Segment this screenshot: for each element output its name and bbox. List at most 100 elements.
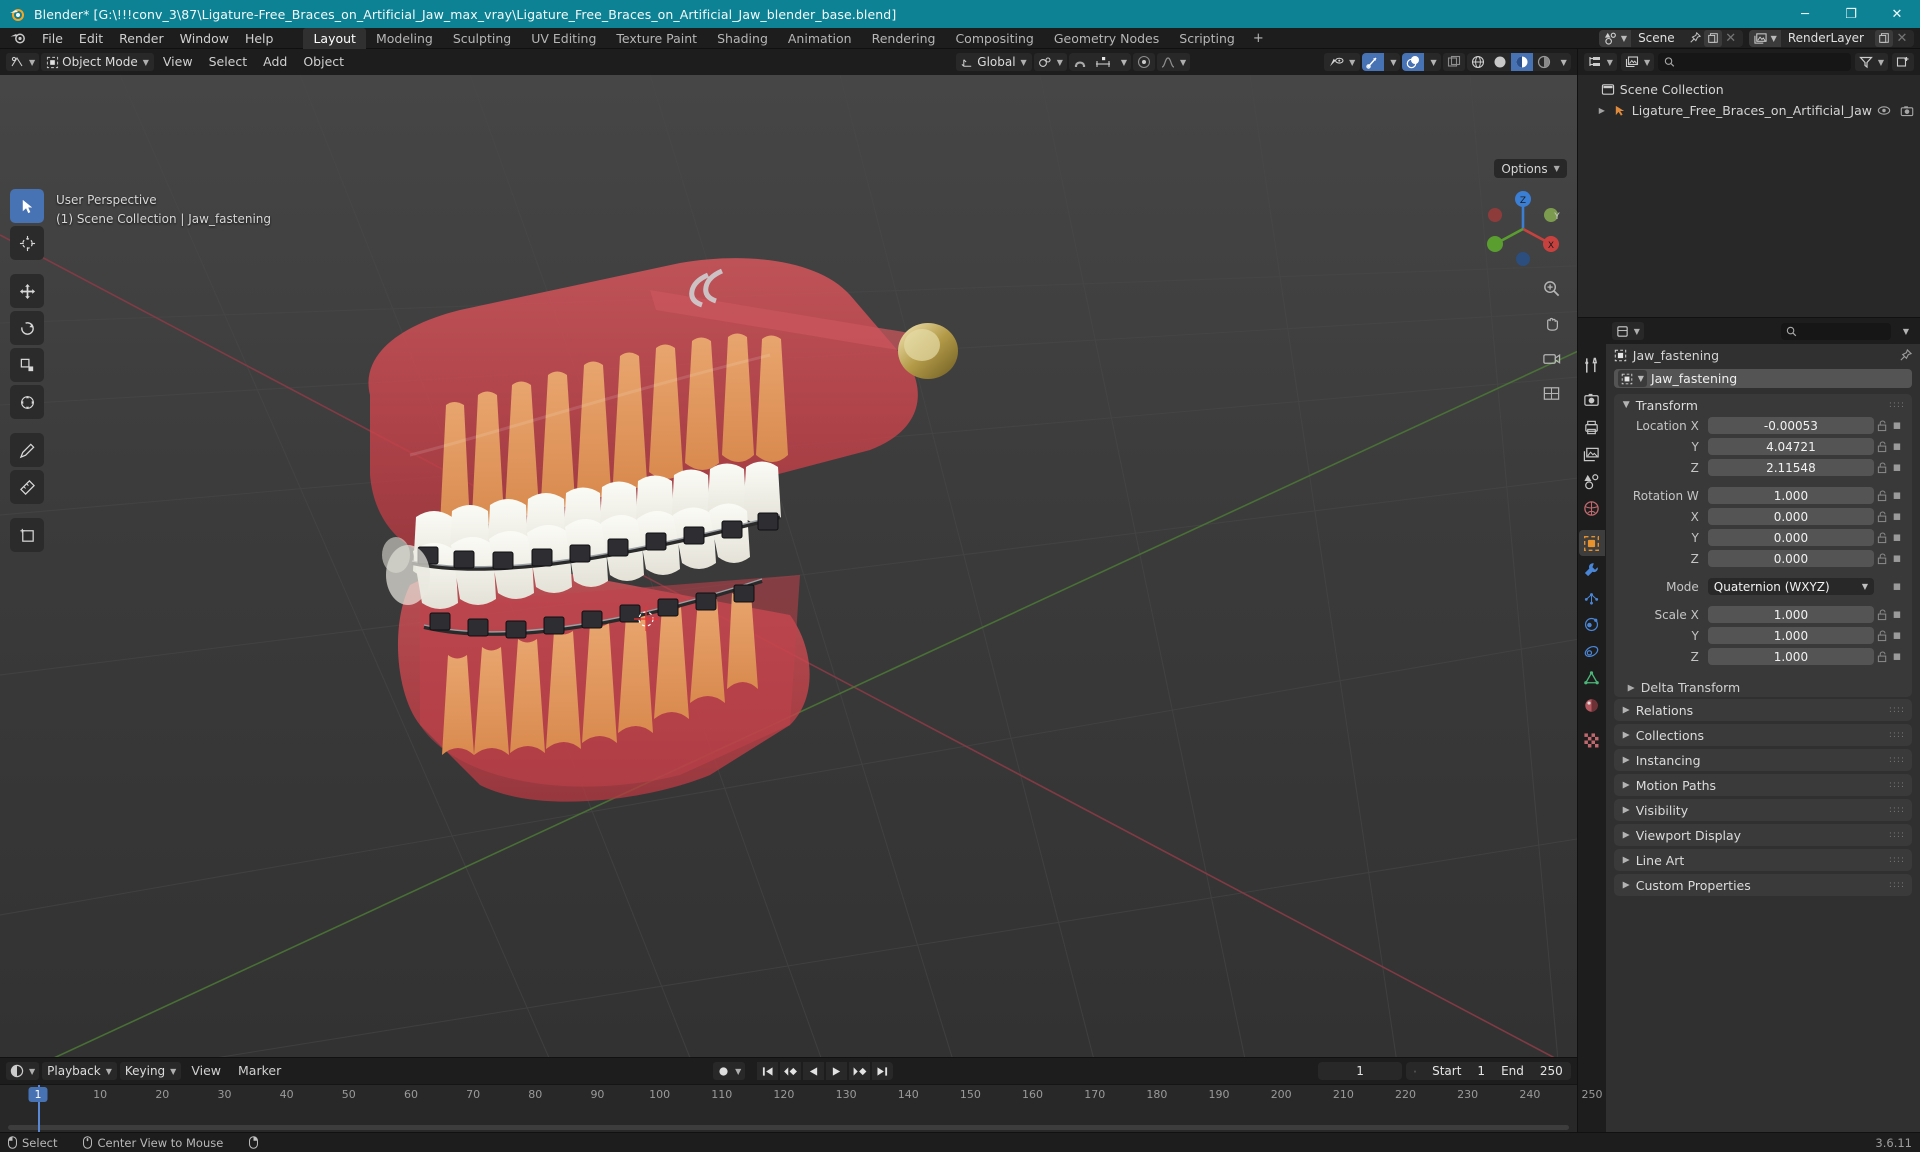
subpanel-delta-transform[interactable]: ▼ Delta Transform [1614,676,1912,697]
jump-to-next-keyframe-button[interactable] [849,1062,871,1080]
animate-property-icon[interactable]: ▪ [1890,509,1904,524]
xray-toggle-icon[interactable] [1442,53,1465,71]
animate-property-icon[interactable]: ▪ [1890,439,1904,454]
jump-to-start-button[interactable] [757,1062,779,1080]
lock-icon[interactable] [1874,419,1890,432]
panel-header[interactable]: ▼ Collections:::: [1614,724,1912,746]
panel-drag-handle[interactable]: :::: [1889,855,1905,865]
tab-scene[interactable] [1579,468,1605,494]
panel-drag-handle[interactable]: :::: [1889,805,1905,815]
property-value-field[interactable]: 0.000 [1707,550,1874,567]
timeline-menu-playback[interactable]: Playback ▼ [42,1062,117,1080]
solid-shading-icon[interactable] [1489,53,1511,71]
maximize-button[interactable]: ❐ [1828,0,1874,28]
animate-property-icon[interactable]: ▪ [1890,607,1904,622]
pan-view-icon[interactable] [1539,310,1565,336]
panel-drag-handle[interactable]: :::: [1889,780,1905,790]
panel-visibility[interactable]: ▼ Visibility:::: [1613,799,1912,821]
property-value-field[interactable]: 2.11548 [1707,459,1874,476]
panel-header[interactable]: ▼ Line Art:::: [1614,849,1912,871]
property-value-field[interactable]: 0.000 [1707,529,1874,546]
outliner-row-scene-collection[interactable]: Scene Collection [1578,79,1920,100]
object-type-icon[interactable]: ▼ [1617,370,1647,387]
snap-pivot-icon[interactable]: ▼ [1033,53,1067,71]
pin-scene-icon[interactable] [1686,30,1704,47]
workspace-tab-texture-paint[interactable]: Texture Paint [606,28,707,49]
viewlayer-icon[interactable]: ▼ [1748,29,1781,47]
wireframe-shading-icon[interactable] [1467,53,1489,71]
property-select[interactable]: Quaternion (WXYZ) ▼ [1707,578,1874,595]
editor-type-icon[interactable]: ▼ [6,53,40,71]
menu-edit[interactable]: Edit [71,28,111,49]
menu-file[interactable]: File [34,28,71,49]
blender-logo-icon[interactable] [8,30,28,46]
tab-constraints[interactable] [1579,638,1605,664]
tool-transform-icon[interactable] [10,385,44,419]
tab-render[interactable] [1579,387,1605,413]
falloff-curve-icon[interactable]: ▼ [1157,53,1191,71]
jump-to-previous-keyframe-button[interactable] [780,1062,802,1080]
panel-motion-paths[interactable]: ▼ Motion Paths:::: [1613,774,1912,796]
play-reverse-button[interactable] [803,1062,825,1080]
material-preview-shading-icon[interactable] [1510,53,1533,71]
panel-drag-handle[interactable]: :::: [1889,880,1905,890]
disable-in-renders-icon[interactable] [1900,105,1914,117]
animate-property-icon[interactable]: ▪ [1890,418,1904,433]
workspace-tab-shading[interactable]: Shading [707,28,778,49]
viewlayer-name[interactable]: RenderLayer [1781,31,1872,45]
tab-object-data[interactable] [1579,665,1605,691]
animate-property-icon[interactable]: ▪ [1890,649,1904,664]
viewport-menu-select[interactable]: Select [202,52,255,72]
magnet-snap-icon[interactable] [1069,53,1091,71]
property-value-field[interactable]: 0.000 [1707,508,1874,525]
panel-transform-header[interactable]: ▼ Transform :::: [1614,394,1912,416]
proportional-edit-icon[interactable] [1133,53,1156,71]
properties-options-chevron-icon[interactable]: ▼ [1896,323,1914,340]
tool-cursor-icon[interactable] [10,226,44,260]
panel-instancing[interactable]: ▼ Instancing:::: [1613,749,1912,771]
panel-header[interactable]: ▼ Viewport Display:::: [1614,824,1912,846]
panel-line-art[interactable]: ▼ Line Art:::: [1613,849,1912,871]
zoom-view-icon[interactable] [1539,275,1565,301]
scene-selector[interactable]: ▼ Scene ✕ [1598,29,1743,47]
workspace-tab-animation[interactable]: Animation [778,28,862,49]
gizmo-dropdown-icon[interactable]: ▼ [1384,53,1400,71]
panel-drag-handle[interactable]: :::: [1889,730,1905,740]
panel-drag-handle[interactable]: :::: [1889,830,1905,840]
new-scene-icon[interactable] [1703,29,1722,47]
start-frame-value[interactable]: 1 [1469,1064,1493,1078]
pin-id-icon[interactable] [1899,348,1912,362]
panel-header[interactable]: ▼ Relations:::: [1614,699,1912,721]
panel-header[interactable]: ▼ Custom Properties:::: [1614,874,1912,896]
tool-add-cube-icon[interactable] [10,518,44,552]
toggle-orthographic-icon[interactable] [1539,380,1565,406]
tab-modifiers[interactable] [1579,557,1605,583]
property-value-field[interactable]: 1.000 [1707,648,1874,665]
workspace-tab-sculpting[interactable]: Sculpting [443,28,521,49]
current-frame-field[interactable]: 1 [1318,1062,1403,1080]
delete-viewlayer-icon[interactable]: ✕ [1893,30,1911,47]
tab-tool[interactable] [1579,352,1605,378]
visibility-selector-icon[interactable]: ▼ [1324,53,1361,71]
tab-output[interactable] [1579,414,1605,440]
outliner-display-mode-icon[interactable]: ▼ [1620,53,1655,71]
timeline-menu-view[interactable]: View [184,1061,228,1081]
lock-icon[interactable] [1874,552,1890,565]
object-name-value[interactable]: Jaw_fastening [1651,371,1737,386]
menu-render[interactable]: Render [111,28,172,49]
workspace-tab-compositing[interactable]: Compositing [945,28,1043,49]
property-value-field[interactable]: 1.000 [1707,487,1874,504]
panel-drag-handle[interactable]: :::: [1889,705,1905,715]
panel-drag-handle[interactable]: :::: [1889,400,1905,410]
viewport-options-button[interactable]: Options ▼ [1494,159,1567,178]
tool-select-box-icon[interactable] [10,189,44,223]
hide-in-viewport-icon[interactable] [1877,105,1891,117]
rendered-shading-icon[interactable] [1533,53,1555,71]
animate-property-icon[interactable]: ▪ [1890,460,1904,475]
timeline-editor-type-icon[interactable]: ▼ [6,1062,40,1080]
lock-icon[interactable] [1874,531,1890,544]
viewport-menu-object[interactable]: Object [296,52,351,72]
use-preview-range-icon[interactable] [1406,1063,1424,1080]
artificial-jaw-model[interactable] [350,255,1150,955]
viewlayer-selector[interactable]: ▼ RenderLayer ✕ [1748,29,1914,47]
